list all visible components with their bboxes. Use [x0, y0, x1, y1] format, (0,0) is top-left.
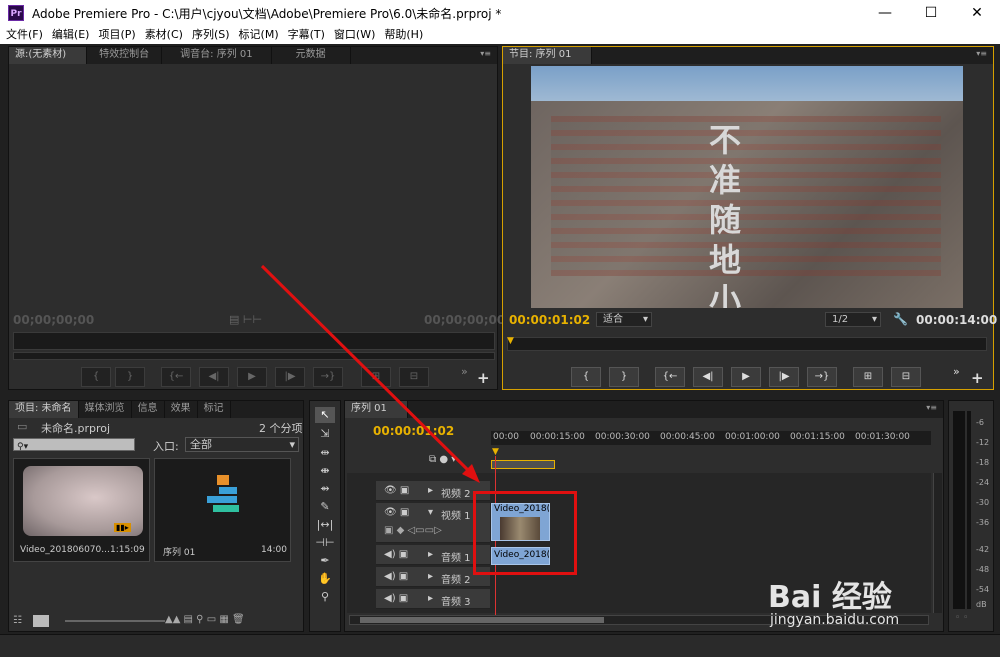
meter-label: -12 — [976, 438, 990, 447]
meter-label: -42 — [976, 545, 990, 554]
meter-left — [953, 411, 965, 609]
watermark-url: jingyan.baidu.com — [770, 612, 900, 628]
meter-label: -18 — [976, 458, 990, 467]
meter-label: -36 — [976, 518, 990, 527]
meter-label: dB — [976, 600, 987, 609]
annotation-arrow-icon — [260, 264, 480, 483]
audio-meter-panel: ◦ ◦ — [948, 400, 994, 632]
meter-label: -54 — [976, 585, 990, 594]
meter-right — [967, 411, 971, 609]
meter-label: -24 — [976, 478, 990, 487]
solo-icons[interactable]: ◦ ◦ — [955, 613, 968, 623]
meter-label: -30 — [976, 498, 990, 507]
baidu-watermark: Bai 经验 — [768, 580, 892, 615]
meter-label: -48 — [976, 565, 990, 574]
meter-label: -6 — [976, 418, 984, 427]
status-bar — [0, 634, 1000, 657]
